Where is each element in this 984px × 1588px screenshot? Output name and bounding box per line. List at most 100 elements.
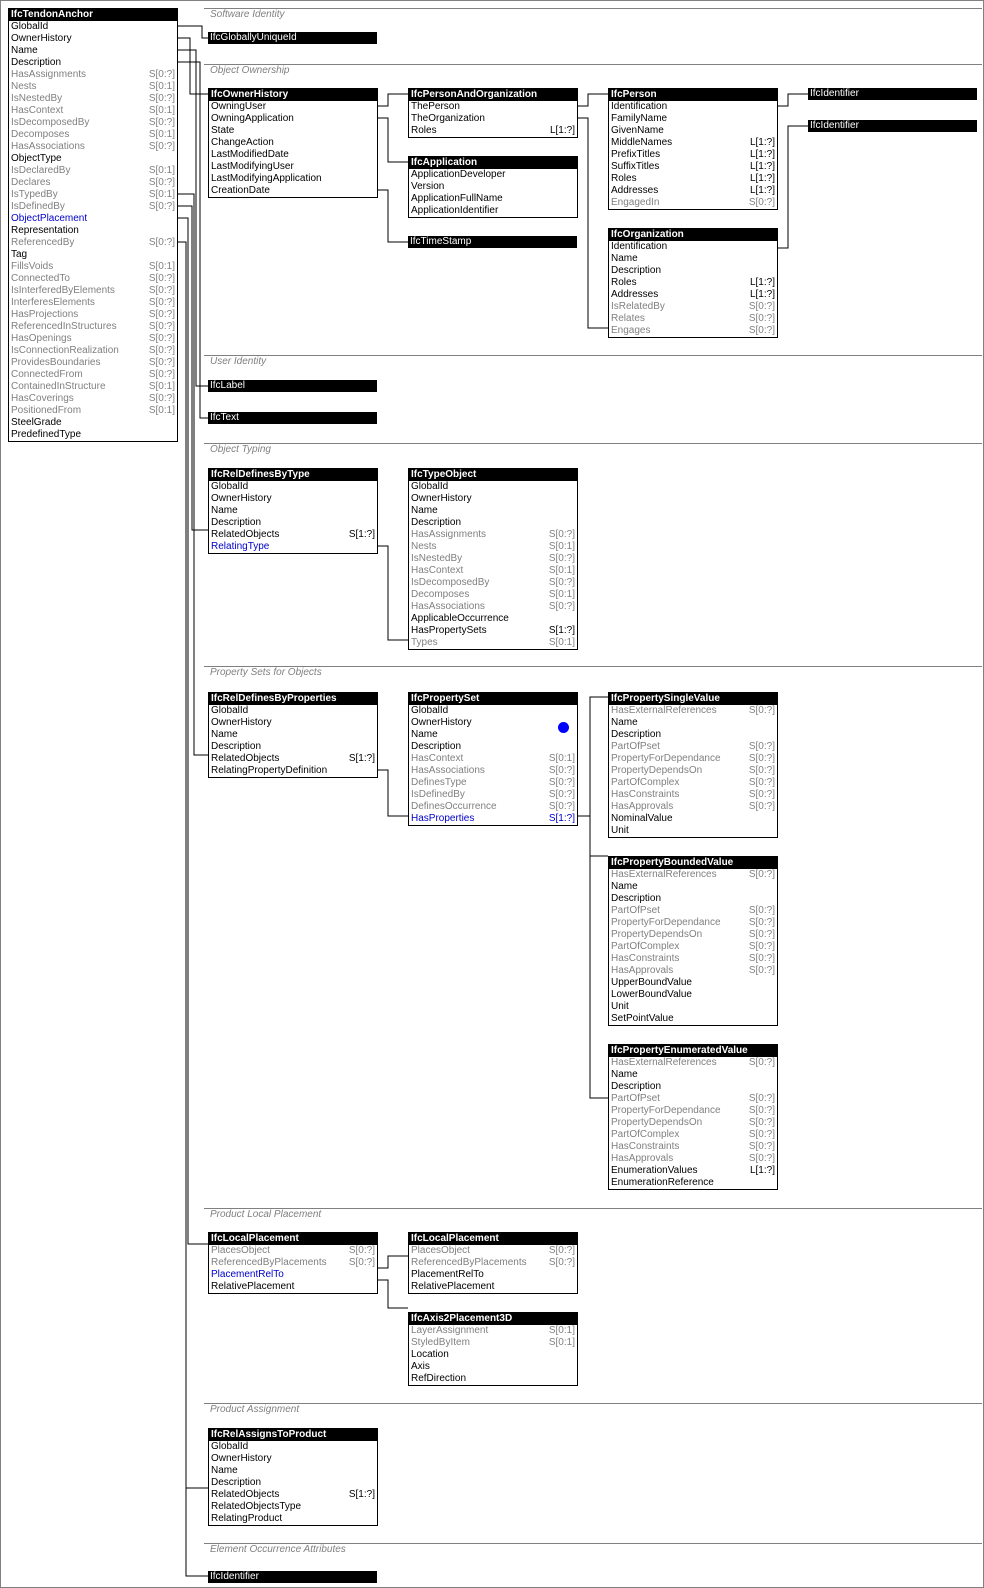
attribute-row[interactable]: SteelGrade bbox=[9, 417, 177, 429]
attribute-row[interactable]: IsDecomposedBy S[0:?] bbox=[409, 577, 577, 589]
attribute-row[interactable]: PartOfPset S[0:?] bbox=[609, 1093, 777, 1105]
attribute-row[interactable]: Version bbox=[409, 181, 577, 193]
attribute-row[interactable]: Types S[0:1] bbox=[409, 637, 577, 649]
attribute-row[interactable]: HasApprovals S[0:?] bbox=[609, 801, 777, 813]
attribute-row[interactable]: ReferencedInStructures S[0:?] bbox=[9, 321, 177, 333]
entity-title[interactable]: IfcTendonAnchor bbox=[9, 9, 177, 21]
attribute-row[interactable]: PropertyDependsOn S[0:?] bbox=[609, 765, 777, 777]
attribute-row[interactable]: RelativePlacement bbox=[409, 1281, 577, 1293]
attribute-row[interactable]: Description bbox=[609, 729, 777, 741]
attribute-row[interactable]: Unit bbox=[609, 1001, 777, 1013]
attribute-row[interactable]: Name bbox=[209, 505, 377, 517]
attribute-row[interactable]: FillsVoids S[0:1] bbox=[9, 261, 177, 273]
attribute-row[interactable]: LastModifyingUser bbox=[209, 161, 377, 173]
attribute-row[interactable]: Engages S[0:?] bbox=[609, 325, 777, 337]
attribute-row[interactable]: IsConnectionRealization S[0:?] bbox=[9, 345, 177, 357]
attribute-row[interactable]: HasConstraints S[0:?] bbox=[609, 953, 777, 965]
entity-title[interactable]: IfcPropertySet bbox=[409, 693, 577, 705]
attribute-row[interactable]: LowerBoundValue bbox=[609, 989, 777, 1001]
attribute-row[interactable]: HasAssociations S[0:?] bbox=[9, 141, 177, 153]
attribute-row[interactable]: ProvidesBoundaries S[0:?] bbox=[9, 357, 177, 369]
attribute-row[interactable]: RefDirection bbox=[409, 1373, 577, 1385]
attribute-row[interactable]: RelatingPropertyDefinition bbox=[209, 765, 377, 777]
attribute-row[interactable]: ApplicationDeveloper bbox=[409, 169, 577, 181]
attribute-row[interactable]: Description bbox=[209, 741, 377, 753]
attribute-row[interactable]: Axis bbox=[409, 1361, 577, 1373]
attribute-row[interactable]: IsInterferedByElements S[0:?] bbox=[9, 285, 177, 297]
attribute-row[interactable]: ApplicableOccurrence bbox=[409, 613, 577, 625]
attribute-row[interactable]: SuffixTitles L[1:?] bbox=[609, 161, 777, 173]
attribute-row[interactable]: Tag bbox=[9, 249, 177, 261]
attribute-row[interactable]: HasProperties S[1:?] bbox=[409, 813, 577, 825]
attribute-row[interactable]: HasApprovals S[0:?] bbox=[609, 965, 777, 977]
attribute-row[interactable]: RelativePlacement bbox=[209, 1281, 377, 1293]
attribute-row[interactable]: EnumerationValues L[1:?] bbox=[609, 1165, 777, 1177]
type-bar[interactable]: IfcIdentifier bbox=[808, 120, 977, 132]
attribute-row[interactable]: GlobalId bbox=[409, 481, 577, 493]
attribute-row[interactable]: DefinesOccurrence S[0:?] bbox=[409, 801, 577, 813]
attribute-row[interactable]: State bbox=[209, 125, 377, 137]
attribute-row[interactable]: HasExternalReferences S[0:?] bbox=[609, 705, 777, 717]
attribute-row[interactable]: PropertyForDependance S[0:?] bbox=[609, 917, 777, 929]
attribute-row[interactable]: HasExternalReferences S[0:?] bbox=[609, 869, 777, 881]
attribute-row[interactable]: Description bbox=[609, 893, 777, 905]
attribute-row[interactable]: GlobalId bbox=[209, 481, 377, 493]
attribute-row[interactable]: IsDefinedBy S[0:?] bbox=[9, 201, 177, 213]
entity-title[interactable]: IfcPropertySingleValue bbox=[609, 693, 777, 705]
attribute-row[interactable]: IsTypedBy S[0:1] bbox=[9, 189, 177, 201]
attribute-row[interactable]: TheOrganization bbox=[409, 113, 577, 125]
attribute-row[interactable]: PlacesObject S[0:?] bbox=[209, 1245, 377, 1257]
attribute-row[interactable]: RelatingProduct bbox=[209, 1513, 377, 1525]
attribute-row[interactable]: PlacementRelTo bbox=[209, 1269, 377, 1281]
attribute-row[interactable]: PositionedFrom S[0:1] bbox=[9, 405, 177, 417]
attribute-row[interactable]: Name bbox=[209, 1465, 377, 1477]
attribute-row[interactable]: IsNestedBy S[0:?] bbox=[409, 553, 577, 565]
attribute-row[interactable]: ChangeAction bbox=[209, 137, 377, 149]
attribute-row[interactable]: Name bbox=[609, 1069, 777, 1081]
attribute-row[interactable]: PropertyForDependance S[0:?] bbox=[609, 753, 777, 765]
attribute-row[interactable]: Name bbox=[609, 881, 777, 893]
attribute-row[interactable]: UpperBoundValue bbox=[609, 977, 777, 989]
attribute-row[interactable]: FamilyName bbox=[609, 113, 777, 125]
attribute-row[interactable]: GlobalId bbox=[9, 21, 177, 33]
attribute-row[interactable]: HasProjections S[0:?] bbox=[9, 309, 177, 321]
attribute-row[interactable]: ContainedInStructure S[0:1] bbox=[9, 381, 177, 393]
attribute-row[interactable]: IsRelatedBy S[0:?] bbox=[609, 301, 777, 313]
attribute-row[interactable]: OwningApplication bbox=[209, 113, 377, 125]
attribute-row[interactable]: HasContext S[0:1] bbox=[9, 105, 177, 117]
attribute-row[interactable]: ConnectedFrom S[0:?] bbox=[9, 369, 177, 381]
attribute-row[interactable]: PartOfComplex S[0:?] bbox=[609, 941, 777, 953]
attribute-row[interactable]: Name bbox=[409, 505, 577, 517]
attribute-row[interactable]: PropertyDependsOn S[0:?] bbox=[609, 1117, 777, 1129]
attribute-row[interactable]: GlobalId bbox=[209, 705, 377, 717]
attribute-row[interactable]: OwnerHistory bbox=[9, 33, 177, 45]
attribute-row[interactable]: Name bbox=[209, 729, 377, 741]
type-bar[interactable]: IfcTimeStamp bbox=[408, 236, 577, 248]
attribute-row[interactable]: Location bbox=[409, 1349, 577, 1361]
attribute-row[interactable]: OwnerHistory bbox=[409, 717, 577, 729]
attribute-row[interactable]: ReferencedBy S[0:?] bbox=[9, 237, 177, 249]
attribute-row[interactable]: Unit bbox=[609, 825, 777, 837]
attribute-row[interactable]: LastModifyingApplication bbox=[209, 173, 377, 185]
attribute-row[interactable]: HasPropertySets S[1:?] bbox=[409, 625, 577, 637]
attribute-row[interactable]: PartOfPset S[0:?] bbox=[609, 905, 777, 917]
type-bar[interactable]: IfcGloballyUniqueId bbox=[208, 32, 377, 44]
attribute-row[interactable]: HasConstraints S[0:?] bbox=[609, 789, 777, 801]
attribute-row[interactable]: PredefinedType bbox=[9, 429, 177, 441]
attribute-row[interactable]: Description bbox=[209, 1477, 377, 1489]
attribute-row[interactable]: Description bbox=[409, 517, 577, 529]
attribute-row[interactable]: LastModifiedDate bbox=[209, 149, 377, 161]
attribute-row[interactable]: LayerAssignment S[0:1] bbox=[409, 1325, 577, 1337]
attribute-row[interactable]: DefinesType S[0:?] bbox=[409, 777, 577, 789]
attribute-row[interactable]: OwnerHistory bbox=[209, 717, 377, 729]
attribute-row[interactable]: Declares S[0:?] bbox=[9, 177, 177, 189]
attribute-row[interactable]: PartOfComplex S[0:?] bbox=[609, 777, 777, 789]
entity-title[interactable]: IfcRelDefinesByType bbox=[209, 469, 377, 481]
attribute-row[interactable]: Identification bbox=[609, 101, 777, 113]
attribute-row[interactable]: GlobalId bbox=[409, 705, 577, 717]
attribute-row[interactable]: GivenName bbox=[609, 125, 777, 137]
attribute-row[interactable]: PartOfComplex S[0:?] bbox=[609, 1129, 777, 1141]
attribute-row[interactable]: RelatedObjects S[1:?] bbox=[209, 529, 377, 541]
attribute-row[interactable]: HasConstraints S[0:?] bbox=[609, 1141, 777, 1153]
attribute-row[interactable]: Addresses L[1:?] bbox=[609, 289, 777, 301]
